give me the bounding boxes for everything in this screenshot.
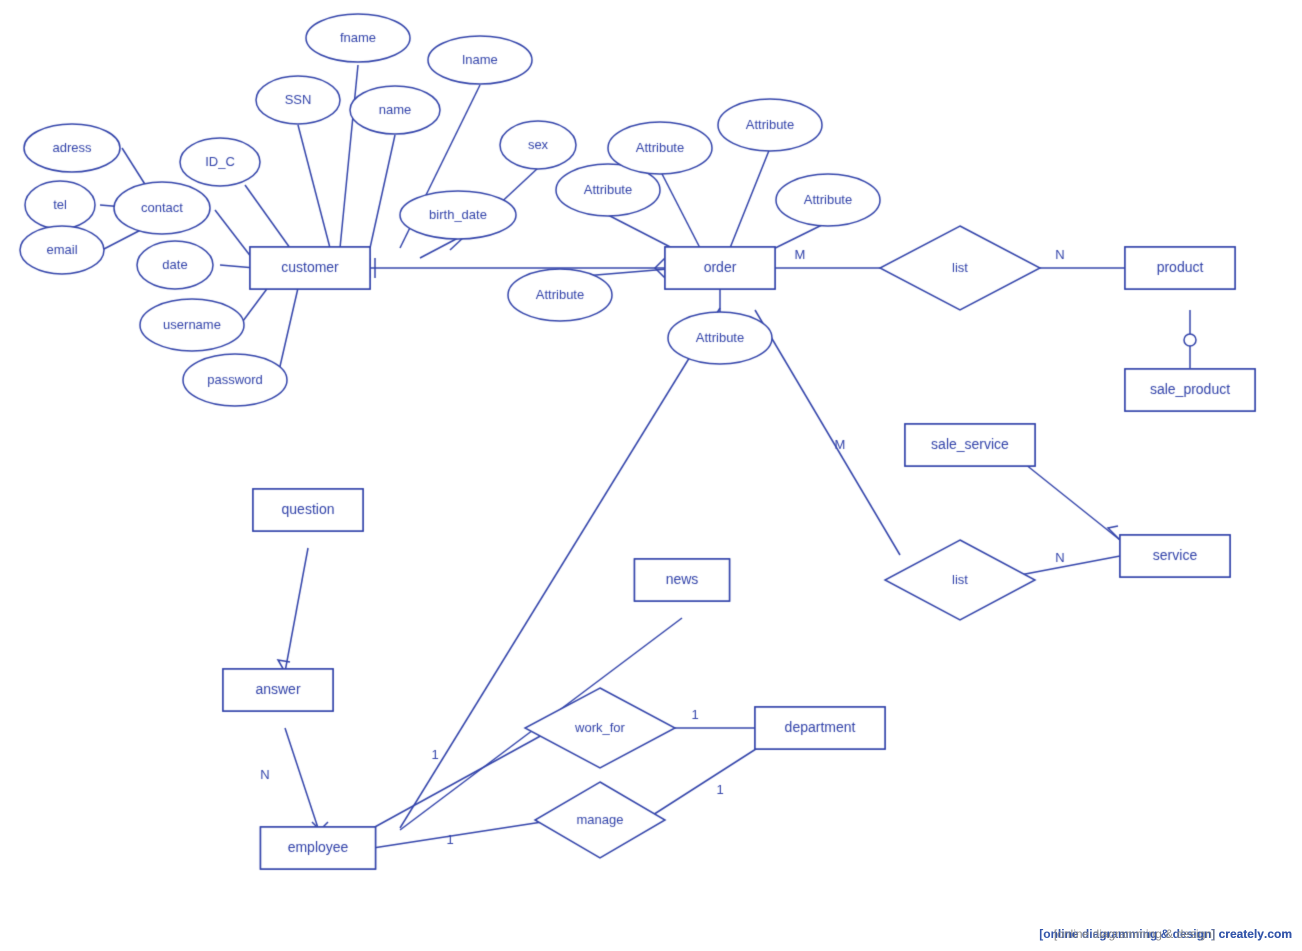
er-diagram-canvas [0,0,1302,951]
watermark-footer: [online diagramming & design] creately.c… [1054,927,1292,941]
brand-name: creately.com [1219,927,1292,941]
